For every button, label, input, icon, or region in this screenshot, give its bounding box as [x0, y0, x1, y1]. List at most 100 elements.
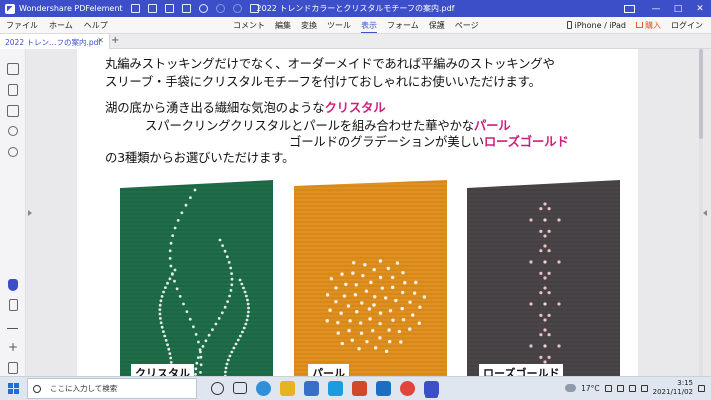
attachment-icon[interactable]: [8, 126, 18, 136]
menu-comment[interactable]: コメント: [233, 20, 265, 33]
text-line-2: スリーブ・手袋にクリスタルモチーフを付けておしゃれにお使いいただけます。: [105, 74, 541, 89]
windows-start-icon[interactable]: [8, 383, 19, 394]
vertical-scrollbar[interactable]: [699, 49, 703, 376]
highlight-crystal: クリスタル: [324, 100, 386, 115]
text-line-3-prefix: 湖の底から湧き出る繊細な気泡のような: [105, 100, 325, 115]
text-line-5-prefix: ゴールドのグラデーションが美しい: [289, 134, 484, 149]
app-name: Wondershare PDFelement: [19, 4, 123, 13]
search-placeholder: ここに入力して検索: [50, 384, 118, 393]
taskbar-search[interactable]: ここに入力して検索: [27, 378, 197, 399]
envelope-icon[interactable]: [624, 4, 635, 13]
office-icon[interactable]: [352, 381, 367, 396]
taskbar-apps: [211, 381, 439, 396]
menu-help[interactable]: ヘルプ: [84, 20, 108, 31]
menu-protect[interactable]: 保護: [429, 20, 445, 33]
select-tool-icon[interactable]: [9, 299, 18, 311]
pdfelement-logo-icon: [5, 3, 15, 14]
photo-pearl: パール: [294, 180, 447, 376]
thumbnails-icon[interactable]: [7, 63, 19, 75]
pdfelement-taskbar-icon[interactable]: [424, 381, 439, 396]
outlook-icon[interactable]: [376, 381, 391, 396]
notification-icon[interactable]: [698, 384, 705, 392]
expand-left-panel-icon[interactable]: [28, 210, 32, 216]
windows-taskbar: ここに入力して検索 17°C 3:15 2021/11/02: [0, 376, 711, 400]
system-tray: 17°C 3:15 2021/11/02: [565, 379, 705, 397]
dropdown-icon[interactable]: [249, 4, 259, 13]
file-explorer-icon[interactable]: [280, 381, 295, 396]
buy-label: 購入: [645, 21, 661, 30]
buy-button[interactable]: 購入: [636, 20, 661, 31]
volume-icon[interactable]: [628, 384, 636, 392]
hand-tool-icon[interactable]: [8, 279, 18, 291]
text-line-3: 湖の底から湧き出る繊細な気泡のようなクリスタル: [105, 98, 386, 116]
edge-icon[interactable]: [256, 381, 271, 396]
menu-home[interactable]: ホーム: [49, 20, 73, 31]
fit-page-icon[interactable]: [8, 362, 18, 374]
highlight-pearl: パール: [473, 118, 511, 133]
clock-date: 2021/11/02: [652, 388, 693, 396]
photo-label-crystal: クリスタル: [131, 364, 194, 376]
network-icon[interactable]: [616, 384, 624, 392]
tab-bar: 2022 トレン…フの案内.pdf ✕ +: [0, 34, 711, 49]
rose-gold-stocking-image: [467, 180, 620, 376]
undo-icon[interactable]: [215, 4, 225, 13]
text-line-1: 丸編みストッキングだけでなく、オーダーメイドであれば平編みのストッキングや: [105, 56, 555, 71]
text-line-5: ゴールドのグラデーションが美しいローズゴールド: [289, 132, 569, 150]
mail-icon[interactable]: [181, 4, 191, 13]
minimize-button[interactable]: —: [645, 4, 667, 14]
search-icon: [33, 384, 41, 393]
photo-label-pearl: パール: [308, 364, 349, 376]
temperature[interactable]: 17°C: [581, 384, 600, 393]
text-line-6: の3種類からお選びいただけます。: [105, 150, 295, 165]
menu-page[interactable]: ページ: [455, 20, 479, 33]
menu-tools[interactable]: ツール: [327, 20, 351, 33]
quick-access-toolbar: [130, 4, 259, 13]
comment-icon[interactable]: [7, 105, 19, 117]
zoom-in-icon[interactable]: +: [8, 341, 18, 353]
chevron-up-icon[interactable]: [604, 384, 612, 392]
title-bar: Wondershare PDFelement 2022 トレンドカラーとクリスタ…: [0, 0, 711, 17]
maximize-button[interactable]: □: [667, 4, 689, 14]
photo-label-rose-gold: ローズゴールド: [479, 364, 564, 376]
menu-view[interactable]: 表示: [361, 20, 377, 33]
chrome-icon[interactable]: [400, 381, 415, 396]
menu-file[interactable]: ファイル: [6, 20, 38, 31]
text-line-4-prefix: スパークリングクリスタルとパールを組み合わせた華やかな: [145, 118, 474, 133]
clock-time: 3:15: [677, 379, 693, 387]
phone-icon: [566, 21, 572, 29]
highlight-rose-gold: ローズゴールド: [483, 134, 569, 149]
close-button[interactable]: ✕: [689, 4, 711, 14]
login-button[interactable]: ログイン: [671, 20, 703, 31]
pdf-page: 丸編みストッキングだけでなく、オーダーメイドであれば平編みのストッキングや スリ…: [77, 49, 638, 376]
weather-icon[interactable]: [565, 384, 577, 392]
redo-icon[interactable]: [232, 4, 242, 13]
store-icon[interactable]: [304, 381, 319, 396]
scrollbar-thumb[interactable]: [699, 49, 703, 139]
cortana-icon[interactable]: [211, 382, 224, 395]
menu-convert[interactable]: 変換: [301, 20, 317, 33]
menu-form[interactable]: フォーム: [387, 20, 419, 33]
rotate-icon[interactable]: [198, 4, 208, 13]
photo-crystal: クリスタル: [120, 180, 273, 376]
task-view-icon[interactable]: [233, 382, 247, 394]
menu-edit[interactable]: 編集: [275, 20, 291, 33]
cart-icon: [636, 22, 643, 28]
tab-document[interactable]: 2022 トレン…フの案内.pdf ✕: [0, 34, 110, 49]
tab-label: 2022 トレン…フの案内.pdf: [5, 38, 102, 47]
expand-right-panel-icon[interactable]: [703, 210, 707, 216]
folder-icon[interactable]: [130, 4, 140, 13]
left-sidebar: +: [0, 49, 26, 376]
search-icon[interactable]: [8, 147, 18, 157]
l-app-icon[interactable]: [328, 381, 343, 396]
zoom-out-icon[interactable]: [7, 328, 18, 330]
add-tab-button[interactable]: +: [111, 35, 119, 46]
crystal-stocking-image: [120, 180, 273, 376]
save-icon[interactable]: [147, 4, 157, 13]
tab-close-icon[interactable]: ✕: [97, 36, 104, 45]
print-icon[interactable]: [164, 4, 174, 13]
photo-rose-gold: ローズゴールド: [467, 180, 620, 376]
device-link[interactable]: iPhone / iPad: [566, 21, 626, 30]
clock[interactable]: 3:15 2021/11/02: [653, 379, 693, 397]
ime-icon[interactable]: [640, 384, 648, 392]
bookmark-icon[interactable]: [8, 84, 18, 96]
